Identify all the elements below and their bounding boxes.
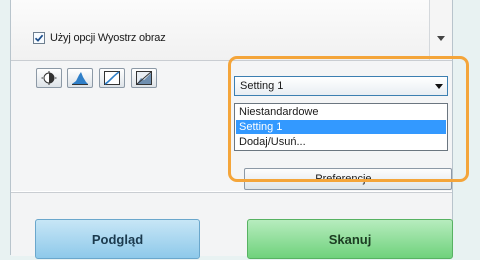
sharpen-checkbox-label: Użyj opcji Wyostrz obraz [50,32,166,44]
scan-settings-window: Użyj opcji Wyostrz obraz Setting 1 Niest… [10,0,469,259]
histogram-icon [72,72,88,85]
checkmark-icon [34,34,44,42]
action-panel: Podgląd Skanuj [11,192,453,259]
sharpen-option-row[interactable]: Użyj opcji Wyostrz obraz [33,32,166,44]
tone-curve-button[interactable] [99,68,125,88]
chevron-down-icon [437,36,445,41]
histogram-button[interactable] [67,68,93,88]
tone-curve-icon [104,71,120,85]
scan-button[interactable]: Skanuj [247,219,453,259]
sharpen-checkbox[interactable] [33,32,45,44]
options-panel: Użyj opcji Wyostrz obraz [11,0,452,61]
brightness-icon [41,71,57,85]
brightness-button[interactable] [36,68,62,88]
callout-highlight-frame [228,56,469,182]
final-review-icon [136,71,152,85]
scroll-down-button[interactable] [429,0,452,60]
preview-button[interactable]: Podgląd [35,219,200,259]
final-review-button[interactable] [131,68,157,88]
